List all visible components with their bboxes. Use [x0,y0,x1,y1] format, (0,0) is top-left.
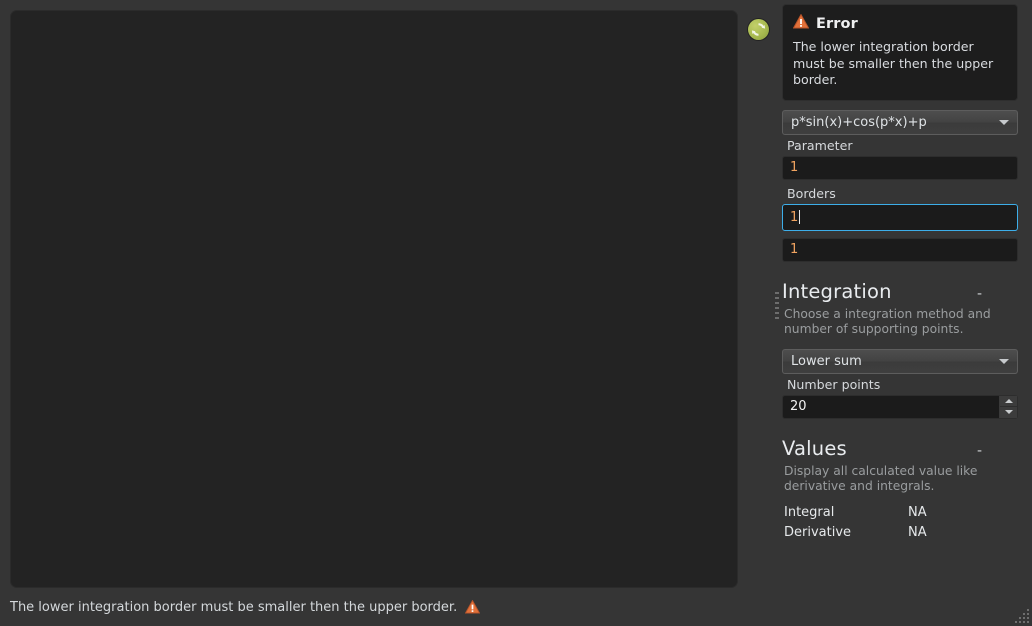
error-title: Error [816,15,858,32]
number-points-spin-buttons[interactable] [999,395,1017,418]
parameter-input[interactable]: 1 [782,155,1018,180]
splitter-grip-icon[interactable] [775,292,779,322]
integral-value: NA [908,505,927,521]
values-collapse-toggle[interactable]: - [977,444,982,458]
error-header: Error [792,13,1007,33]
status-bar-message: The lower integration border must be sma… [10,599,458,615]
error-box: Error The lower integration border must … [782,4,1018,101]
integral-label: Integral [784,505,835,521]
values-section-title: Values [782,436,847,460]
values-section-header[interactable]: Values - [782,437,1018,460]
derivative-value: NA [908,525,927,541]
error-message: The lower integration border must be sma… [793,39,994,88]
panel-splitter[interactable] [772,0,782,588]
function-plot-canvas[interactable] [10,10,738,588]
number-points-value: 20 [790,399,807,415]
integration-section: Integration - Choose a integration metho… [782,280,1018,419]
control-panel: Error The lower integration border must … [782,0,1032,588]
main-content-row: Error The lower integration border must … [0,0,1032,588]
parameter-input-value: 1 [790,160,799,176]
value-row-derivative: Derivative NA [782,525,1018,540]
integration-section-description: Choose a integration method and number o… [784,306,991,337]
function-combobox-value: p*sin(x)+cos(p*x)+p [791,114,927,130]
upper-border-input-value: 1 [790,242,799,258]
borders-label: Borders [787,185,836,201]
application-window: Error The lower integration border must … [0,0,1032,626]
lower-border-input-value: 1 [790,209,799,225]
integration-section-title: Integration [782,279,892,303]
warning-triangle-icon [465,600,481,614]
integration-method-combobox[interactable]: Lower sum [782,348,1018,374]
status-bar: The lower integration border must be sma… [0,588,1032,626]
value-row-integral: Integral NA [782,505,1018,520]
triangle-up-icon[interactable] [1000,396,1017,408]
plot-pane [0,0,772,588]
parameter-label: Parameter [787,137,853,153]
function-combobox[interactable]: p*sin(x)+cos(p*x)+p [782,109,1018,135]
values-section-description: Display all calculated value like deriva… [784,463,978,493]
refresh-icon[interactable] [748,19,769,40]
number-points-spinner[interactable]: 20 [782,394,1018,419]
triangle-down-icon[interactable] [1000,407,1017,418]
chevron-down-icon[interactable] [991,358,1017,364]
upper-border-input[interactable]: 1 [782,237,1018,262]
warning-triangle-icon [792,13,810,33]
values-section: Values - Display all calculated value li… [782,437,1018,541]
integration-method-value: Lower sum [791,353,862,369]
text-cursor [799,210,801,225]
integration-section-header[interactable]: Integration - [782,280,1018,303]
lower-border-input[interactable]: 1 [782,203,1018,231]
window-resize-grip[interactable] [1013,607,1029,623]
chevron-down-icon[interactable] [991,119,1017,125]
number-points-label: Number points [787,376,881,392]
integration-collapse-toggle[interactable]: - [977,287,982,301]
derivative-label: Derivative [784,525,852,541]
